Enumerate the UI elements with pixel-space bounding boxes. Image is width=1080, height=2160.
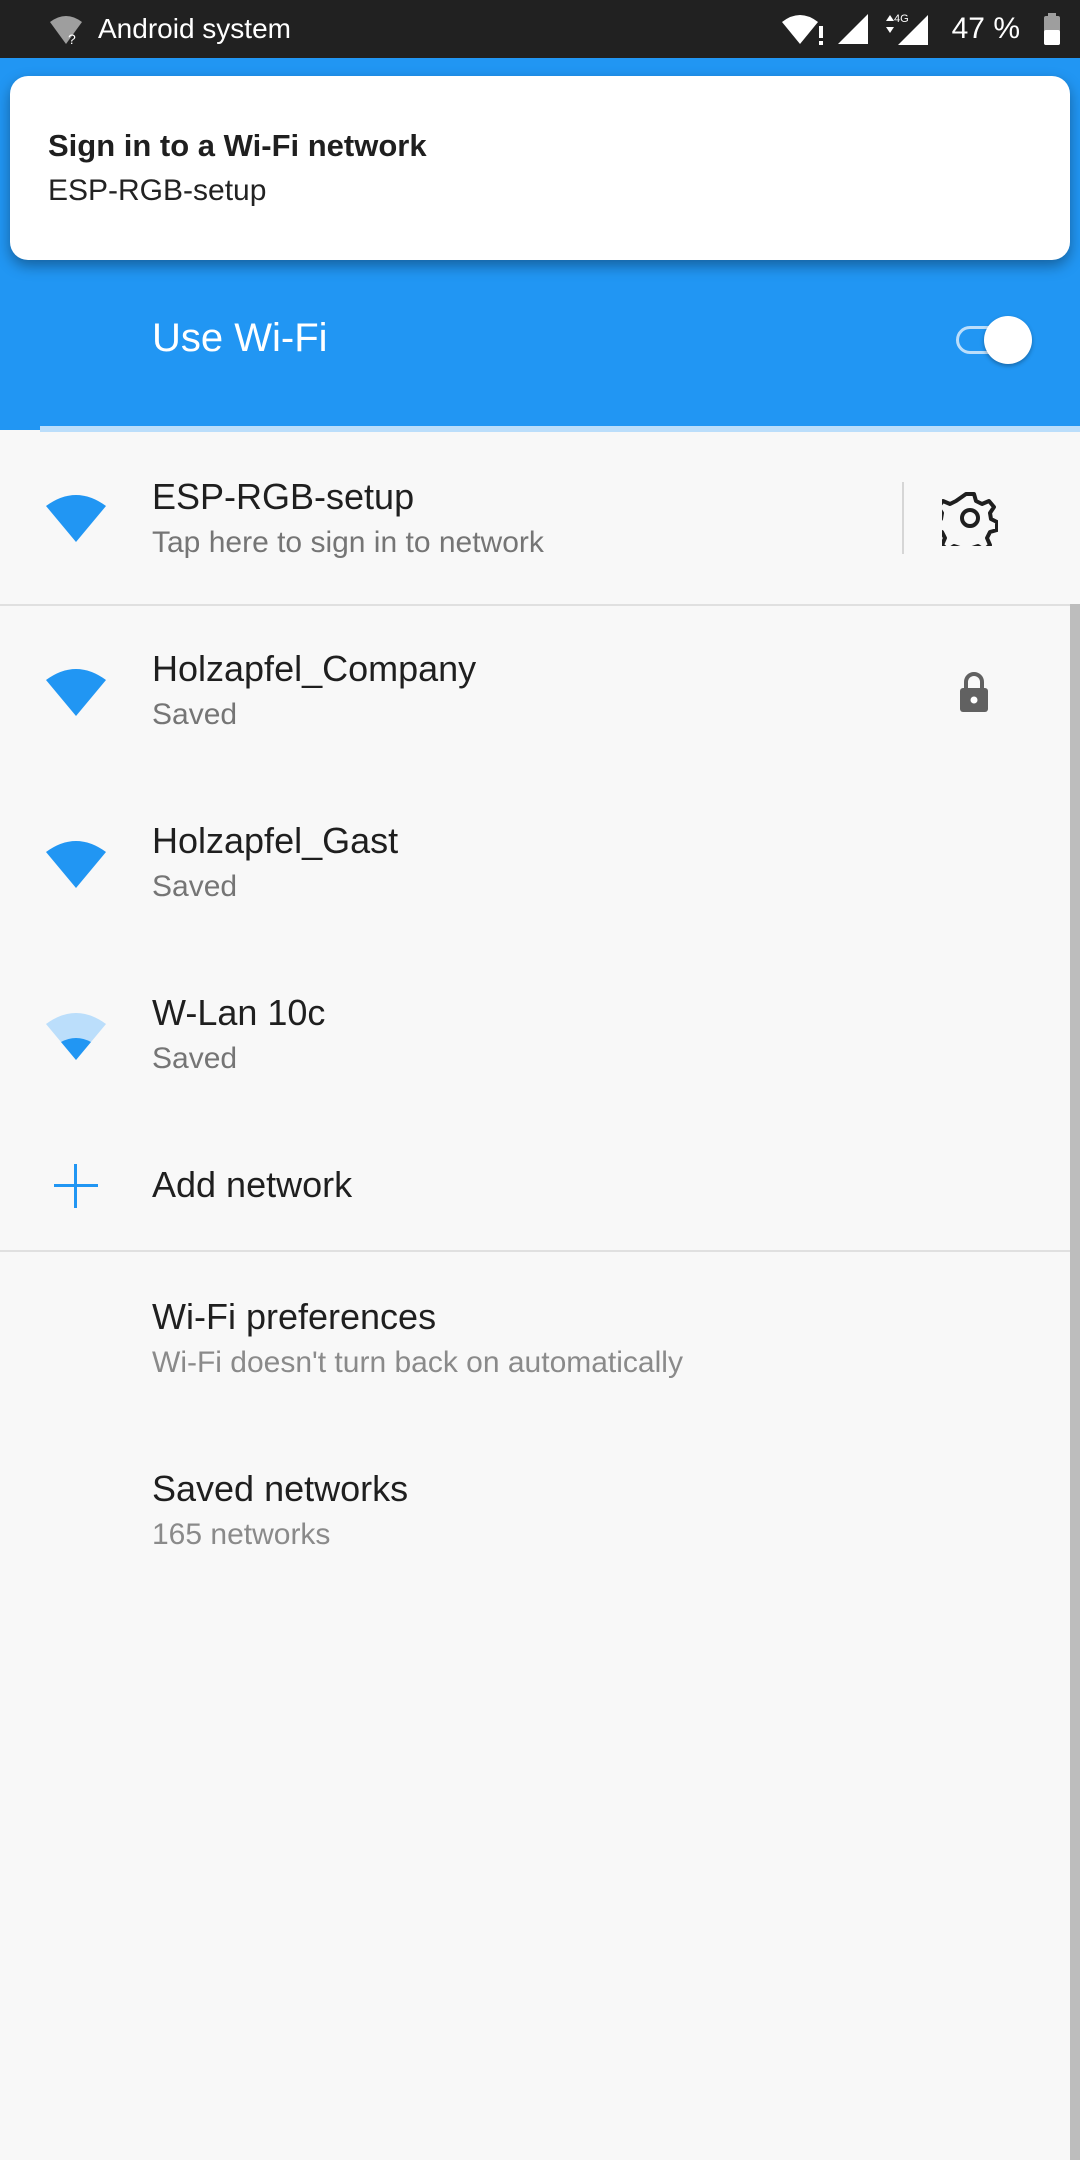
gear-icon[interactable] [942,490,998,546]
wifi-full-icon [46,669,106,716]
connected-network-row[interactable]: ESP-RGB-setup Tap here to sign in to net… [0,432,1080,602]
saved-networks-row[interactable]: Saved networks 165 networks [0,1426,1080,1598]
battery-percent: 47 % [951,12,1020,45]
preferences-title: Wi-Fi preferences [152,1296,437,1337]
network-row[interactable]: Holzapfel_Company Saved [0,606,1080,778]
saved-networks-subtitle: 165 networks [152,1518,331,1551]
add-network-row[interactable]: Add network [0,1122,1080,1250]
network-status: Saved [152,698,238,731]
connected-network-name: ESP-RGB-setup [152,476,415,517]
svg-text:?: ? [68,31,76,46]
network-status: Saved [152,1042,238,1075]
section-divider [0,1250,1080,1252]
network-row[interactable]: Holzapfel_Gast Saved [0,778,1080,950]
preferences-subtitle: Wi-Fi doesn't turn back on automatically [152,1346,683,1379]
cell-signal-icon [837,14,868,44]
status-bar: ? Android system 4G 47 % [0,0,1080,58]
network-name: Holzapfel_Company [152,648,477,689]
wifi-preferences-row[interactable]: Wi-Fi preferences Wi-Fi doesn't turn bac… [0,1254,1080,1426]
scrollbar[interactable] [1070,604,1080,2160]
wifi-weak-icon [46,1013,106,1060]
wifi-question-icon: ? [48,12,84,48]
wifi-alert-icon [781,15,823,45]
toggle-thumb [984,316,1032,364]
data-4g-icon: 4G [885,13,928,45]
connected-network-status: Tap here to sign in to network [152,526,544,559]
network-type-label: 4G [894,13,909,25]
lock-icon [960,672,988,712]
network-name: Holzapfel_Gast [152,820,399,861]
use-wifi-title: Use Wi-Fi [152,316,328,360]
wifi-toggle[interactable] [952,316,1036,364]
network-row[interactable]: W-Lan 10c Saved [0,950,1080,1122]
wifi-full-icon [46,495,106,542]
wifi-full-icon [46,841,106,888]
add-network-label: Add network [152,1164,353,1205]
saved-networks-title: Saved networks [152,1468,409,1509]
battery-icon [1044,13,1060,45]
signin-notification[interactable]: Sign in to a Wi-Fi network ESP-RGB-setup [10,76,1070,260]
network-status: Saved [152,870,238,903]
network-name: W-Lan 10c [152,992,326,1033]
row-divider-vertical [902,482,904,554]
notification-app-name: Android system [98,13,291,44]
notification-title: Sign in to a Wi-Fi network [48,128,427,163]
notification-text: ESP-RGB-setup [48,174,267,207]
add-icon [54,1164,98,1208]
status-icons: 4G 47 % [770,10,1060,48]
